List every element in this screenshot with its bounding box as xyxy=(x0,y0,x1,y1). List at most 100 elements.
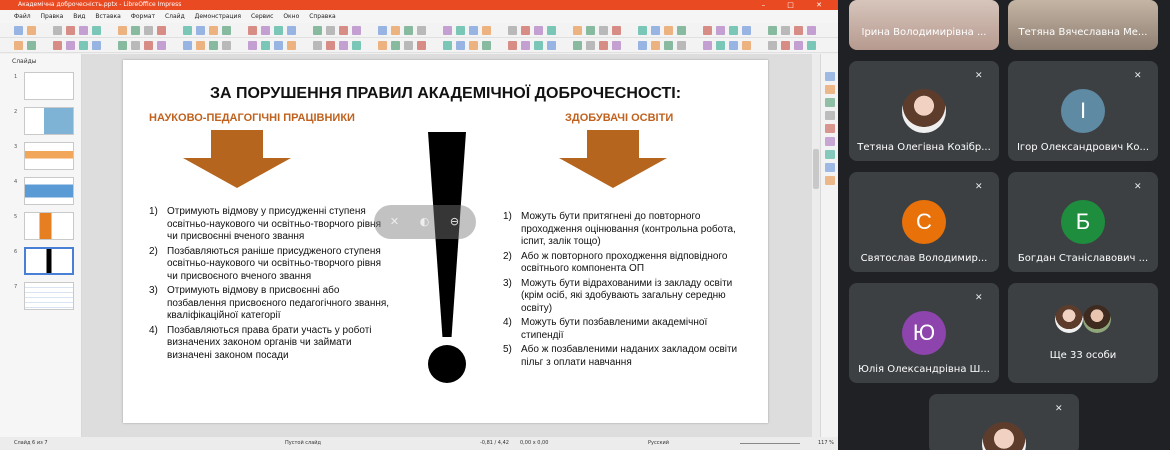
toolbar-button[interactable] xyxy=(794,41,803,50)
menu-format[interactable]: Формат xyxy=(131,13,155,20)
toolbar-button[interactable] xyxy=(781,41,790,50)
toolbar-button[interactable] xyxy=(469,26,478,35)
toolbar-button[interactable] xyxy=(196,26,205,35)
sidebar-deck-button[interactable] xyxy=(825,163,835,172)
toolbar-button[interactable] xyxy=(586,41,595,50)
more-participants-tile[interactable]: Ще 33 особи xyxy=(1008,283,1158,383)
menu-edit[interactable]: Правка xyxy=(41,13,64,20)
toolbar-button[interactable] xyxy=(105,26,114,35)
toolbar-button[interactable] xyxy=(261,41,270,50)
toolbar-button[interactable] xyxy=(261,26,270,35)
toolbar-button[interactable] xyxy=(287,26,296,35)
toolbar-button[interactable] xyxy=(716,26,725,35)
toolbar-button[interactable] xyxy=(378,41,387,50)
toolbar-button[interactable] xyxy=(339,41,348,50)
toolbar-button[interactable] xyxy=(794,26,803,35)
toolbar-button[interactable] xyxy=(183,26,192,35)
toolbar-button[interactable] xyxy=(430,41,439,50)
menu-tools[interactable]: Сервис xyxy=(251,13,273,20)
toolbar-button[interactable] xyxy=(690,41,699,50)
menu-slide[interactable]: Слайд xyxy=(165,13,185,20)
slide-thumbnail-5[interactable] xyxy=(24,212,74,240)
toolbar-button[interactable] xyxy=(664,26,673,35)
toolbar-button[interactable] xyxy=(300,41,309,50)
toolbar-button[interactable] xyxy=(92,26,101,35)
toolbar-button[interactable] xyxy=(14,26,23,35)
toolbar-button[interactable] xyxy=(131,26,140,35)
toolbar-button[interactable] xyxy=(586,26,595,35)
toolbar-button[interactable] xyxy=(612,41,621,50)
toolbar-button[interactable] xyxy=(781,26,790,35)
toolbar-button[interactable] xyxy=(534,26,543,35)
toolbar-button[interactable] xyxy=(170,41,179,50)
toolbar-button[interactable] xyxy=(326,41,335,50)
toolbar-button[interactable] xyxy=(222,41,231,50)
toolbar-button[interactable] xyxy=(248,26,257,35)
toolbar-button[interactable] xyxy=(482,41,491,50)
toolbar-button[interactable] xyxy=(352,26,361,35)
menu-help[interactable]: Справка xyxy=(309,13,335,20)
toolbar-button[interactable] xyxy=(716,41,725,50)
window-controls[interactable]: – □ ✕ xyxy=(762,0,832,10)
participant-tile[interactable]: Ірина Володимирівна ... xyxy=(849,0,999,50)
toolbar-button[interactable] xyxy=(560,41,569,50)
toolbar-button[interactable] xyxy=(326,26,335,35)
toolbar-button[interactable] xyxy=(196,41,205,50)
toolbar-button[interactable] xyxy=(274,41,283,50)
toolbar-button[interactable] xyxy=(638,26,647,35)
toolbar-button[interactable] xyxy=(300,26,309,35)
toolbar-button[interactable] xyxy=(482,26,491,35)
toolbar-button[interactable] xyxy=(118,26,127,35)
toolbar-button[interactable] xyxy=(131,41,140,50)
participant-tile[interactable]: ✕ І Ігор Олександрович Ко... xyxy=(1008,61,1158,161)
participant-tile[interactable]: ✕ Ю Юлія Олександрівна Ш... xyxy=(849,283,999,383)
sidebar-deck-button[interactable] xyxy=(825,137,835,146)
toolbar-button[interactable] xyxy=(209,41,218,50)
toolbar-button[interactable] xyxy=(456,41,465,50)
toolbar-button[interactable] xyxy=(599,26,608,35)
participant-tile[interactable]: ✕ xyxy=(929,394,1079,450)
toolbar-button[interactable] xyxy=(521,41,530,50)
toolbar-button[interactable] xyxy=(495,26,504,35)
toolbar-button[interactable] xyxy=(508,41,517,50)
toolbar-button[interactable] xyxy=(157,26,166,35)
toolbar-button[interactable] xyxy=(417,26,426,35)
sidebar-deck-button[interactable] xyxy=(825,176,835,185)
toolbar-button[interactable] xyxy=(27,26,36,35)
toolbar-button[interactable] xyxy=(209,26,218,35)
toolbar-button[interactable] xyxy=(274,26,283,35)
toolbar-button[interactable] xyxy=(66,41,75,50)
sidebar-deck-button[interactable] xyxy=(825,98,835,107)
toolbar-button[interactable] xyxy=(144,26,153,35)
toolbar-button[interactable] xyxy=(742,26,751,35)
menu-window[interactable]: Окно xyxy=(283,13,299,20)
slide-thumbnail-1[interactable] xyxy=(24,72,74,100)
toolbar-button[interactable] xyxy=(625,26,634,35)
toolbar-button[interactable] xyxy=(547,41,556,50)
toolbar-button[interactable] xyxy=(157,41,166,50)
toolbar-button[interactable] xyxy=(729,26,738,35)
toolbar-button[interactable] xyxy=(365,41,374,50)
menu-file[interactable]: Файл xyxy=(14,13,31,20)
slide-thumbnail-2[interactable] xyxy=(24,107,74,135)
toolbar-button[interactable] xyxy=(768,26,777,35)
toolbar-button[interactable] xyxy=(807,26,816,35)
toolbar-button[interactable] xyxy=(170,26,179,35)
toolbar-button[interactable] xyxy=(404,26,413,35)
sidebar-deck-button[interactable] xyxy=(825,150,835,159)
toolbar-button[interactable] xyxy=(573,41,582,50)
toolbar-button[interactable] xyxy=(560,26,569,35)
toolbar-button[interactable] xyxy=(664,41,673,50)
toolbar-button[interactable] xyxy=(79,26,88,35)
toolbar-button[interactable] xyxy=(27,41,36,50)
scrollbar-thumb[interactable] xyxy=(813,149,819,189)
toolbar-button[interactable] xyxy=(625,41,634,50)
toolbar-button[interactable] xyxy=(40,41,49,50)
toolbar-button[interactable] xyxy=(430,26,439,35)
toolbar-button[interactable] xyxy=(365,26,374,35)
toolbar-button[interactable] xyxy=(690,26,699,35)
slide-thumbnail-3[interactable] xyxy=(24,142,74,170)
toolbar-button[interactable] xyxy=(313,26,322,35)
toolbar-button[interactable] xyxy=(508,26,517,35)
toolbar-button[interactable] xyxy=(53,41,62,50)
